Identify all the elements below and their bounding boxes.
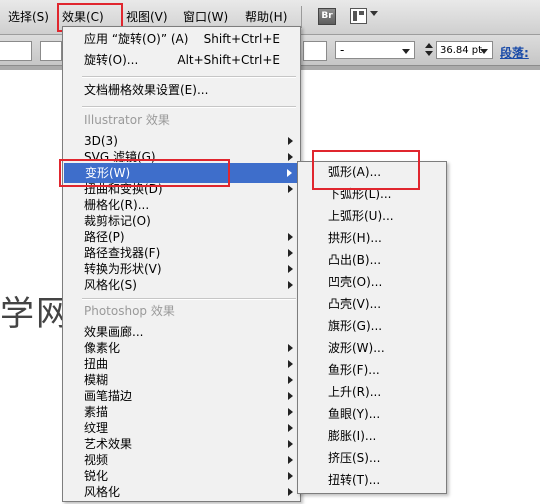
submenu-arrow-icon <box>288 185 293 193</box>
font-size-value: 36.84 pt <box>440 45 483 56</box>
control-field[interactable] <box>40 41 62 61</box>
submenu-arrow-icon <box>288 408 293 416</box>
menu-item-apply-last[interactable]: 应用 “旋转(O)” (A) Shift+Ctrl+E <box>63 29 300 49</box>
menu-item-label: 像素化 <box>84 341 121 355</box>
submenu-item-inflate[interactable]: 膨胀(I)... <box>298 426 446 446</box>
menu-help[interactable]: 帮助(H) <box>245 8 287 26</box>
menu-item-label: 素描 <box>84 405 109 419</box>
submenu-item-flag[interactable]: 旗形(G)... <box>298 316 446 336</box>
submenu-item-arc-upper[interactable]: 上弧形(U)... <box>298 206 446 226</box>
menu-view[interactable]: 视图(V) <box>126 8 168 26</box>
menu-item-label: 扭曲 <box>84 357 109 371</box>
submenu-arrow-icon <box>288 153 293 161</box>
font-size-stepper[interactable] <box>424 42 433 58</box>
submenu-item-arch[interactable]: 拱形(H)... <box>298 228 446 248</box>
menu-item-label: 扭曲和变换(D) <box>84 182 163 196</box>
submenu-item-arc-lower[interactable]: 下弧形(L)... <box>298 184 446 204</box>
submenu-arrow-icon <box>288 424 293 432</box>
submenu-arrow-icon <box>288 249 293 257</box>
menu-effect[interactable]: 效果(C) <box>62 8 104 26</box>
menu-item-label: 效果画廊... <box>84 325 144 339</box>
section-header-photoshop: Photoshop 效果 <box>84 304 175 318</box>
chevron-down-icon <box>402 49 410 54</box>
submenu-item-fisheye[interactable]: 鱼眼(Y)... <box>298 404 446 424</box>
menu-item-shortcut: Shift+Ctrl+E <box>203 32 280 46</box>
menu-item-label: 旋转(O)... <box>84 53 139 67</box>
arrow-up-icon[interactable] <box>424 43 433 48</box>
submenu-arrow-icon <box>288 360 293 368</box>
menu-item-label: 画笔描边 <box>84 389 133 403</box>
menu-item-label: 路径(P) <box>84 230 125 244</box>
menu-item-stylize[interactable]: 风格化(S) <box>63 275 300 295</box>
submenu-arrow-icon <box>288 472 293 480</box>
menu-item-last-effect[interactable]: 旋转(O)... Alt+Shift+Ctrl+E <box>63 50 300 70</box>
chevron-down-icon[interactable] <box>370 11 378 16</box>
submenu-arrow-icon <box>288 392 293 400</box>
submenu-arrow-icon <box>288 265 293 273</box>
menu-item-label: 应用 “旋转(O)” (A) <box>84 32 189 46</box>
menu-separator <box>82 106 296 108</box>
style-combo-value: - <box>340 43 345 57</box>
control-field[interactable] <box>0 41 32 61</box>
warp-submenu: 弧形(A)... 下弧形(L)... 上弧形(U)... 拱形(H)... 凸出… <box>297 161 447 494</box>
menu-item-label: 视频 <box>84 453 109 467</box>
submenu-item-twist[interactable]: 扭转(T)... <box>298 470 446 490</box>
menu-item-label: 栅格化(R)... <box>84 198 150 212</box>
menu-item-stylize-ps[interactable]: 风格化 <box>63 482 300 502</box>
submenu-item-bulge[interactable]: 凸出(B)... <box>298 250 446 270</box>
menu-item-label: 3D(3) <box>84 134 118 148</box>
menu-item-label: 模糊 <box>84 373 109 387</box>
menu-separator <box>301 6 302 28</box>
submenu-arrow-icon <box>288 376 293 384</box>
menu-item-label: 转换为形状(V) <box>84 262 162 276</box>
submenu-arrow-icon <box>288 137 293 145</box>
submenu-item-fish[interactable]: 鱼形(F)... <box>298 360 446 380</box>
submenu-item-squeeze[interactable]: 挤压(S)... <box>298 448 446 468</box>
submenu-item-arc[interactable]: 弧形(A)... <box>298 162 446 182</box>
menu-window[interactable]: 窗口(W) <box>183 8 228 26</box>
menu-item-label: 变形(W) <box>85 166 131 180</box>
menu-item-label: 锐化 <box>84 469 109 483</box>
submenu-arrow-icon <box>288 456 293 464</box>
menu-item-label: 纹理 <box>84 421 109 435</box>
submenu-arrow-icon <box>287 169 292 177</box>
submenu-item-shell-upper[interactable]: 凸壳(V)... <box>298 294 446 314</box>
menu-item-label: 风格化(S) <box>84 278 137 292</box>
submenu-arrow-icon <box>288 233 293 241</box>
submenu-arrow-icon <box>288 488 293 496</box>
bridge-button[interactable]: Br <box>318 8 336 25</box>
menu-item-shortcut: Alt+Shift+Ctrl+E <box>177 53 280 67</box>
menu-item-label: 裁剪标记(O) <box>84 214 151 228</box>
submenu-item-wave[interactable]: 波形(W)... <box>298 338 446 358</box>
menu-separator <box>82 76 296 78</box>
arrow-down-icon[interactable] <box>424 51 433 56</box>
section-header-illustrator: Illustrator 效果 <box>84 113 170 127</box>
menu-item-label: 风格化 <box>84 485 121 499</box>
menu-item-raster-settings[interactable]: 文档栅格效果设置(E)... <box>63 80 300 100</box>
paragraph-link[interactable]: 段落: <box>500 44 529 61</box>
submenu-arrow-icon <box>288 440 293 448</box>
menu-select[interactable]: 选择(S) <box>8 8 49 26</box>
menu-item-label: 艺术效果 <box>84 437 133 451</box>
menu-item-label: SVG 滤镜(G) <box>84 150 156 164</box>
submenu-item-shell-lower[interactable]: 凹壳(O)... <box>298 272 446 292</box>
effect-menu: 应用 “旋转(O)” (A) Shift+Ctrl+E 旋转(O)... Alt… <box>62 26 301 502</box>
submenu-arrow-icon <box>288 281 293 289</box>
submenu-item-rise[interactable]: 上升(R)... <box>298 382 446 402</box>
style-combo[interactable]: - <box>335 41 415 59</box>
submenu-arrow-icon <box>288 344 293 352</box>
control-field[interactable] <box>303 41 327 61</box>
workspace-icon[interactable] <box>350 8 367 24</box>
menu-separator <box>82 298 296 300</box>
chevron-down-icon <box>480 49 488 54</box>
font-size-input[interactable]: 36.84 pt <box>436 41 493 59</box>
menu-item-label: 路径查找器(F) <box>84 246 161 260</box>
